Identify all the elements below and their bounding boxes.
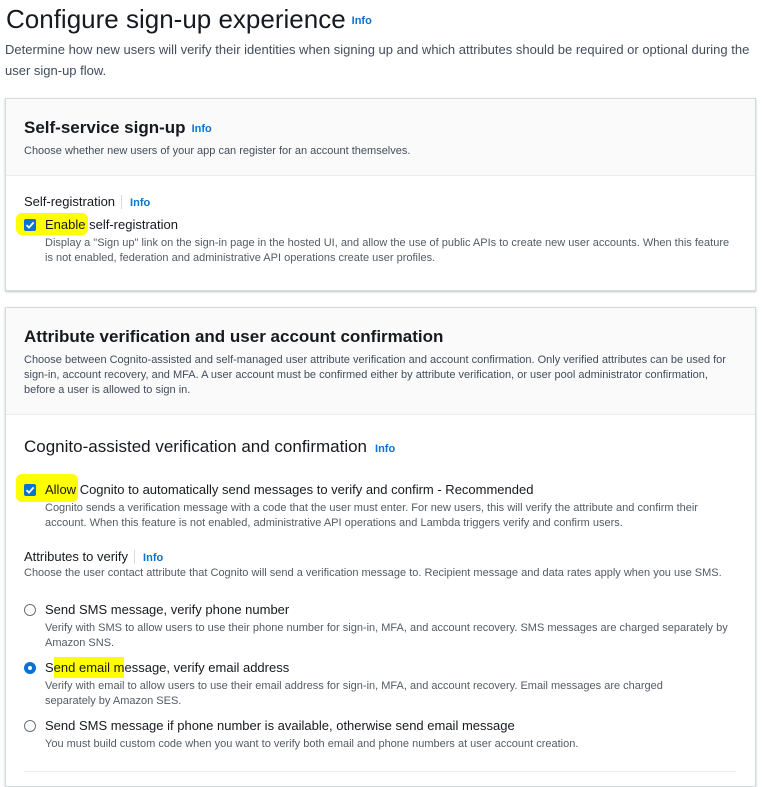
self-service-title: Self-service sign-up Info [24,118,737,138]
self-service-description: Choose whether new users of your app can… [24,145,411,157]
radio-email-label[interactable]: Send email message, verify email address [45,657,290,678]
page-title-info-link[interactable]: Info [352,15,372,27]
cognito-assisted-heading-text: Cognito-assisted verification and confir… [24,437,368,456]
radio-email-description: Verify with email to allow users to use … [45,680,663,707]
enable-self-registration-description: Display a "Sign up" link on the sign-in … [45,237,730,264]
enable-self-registration-label[interactable]: Enable self-registration [45,217,178,232]
section-divider [24,771,736,772]
self-registration-label-text: Self-registration [24,194,116,209]
radio-sms-or-email-label[interactable]: Send SMS message if phone number is avai… [45,718,515,733]
allow-cognito-checkbox[interactable] [24,484,36,496]
attributes-to-verify-text: Attributes to verify [24,549,129,564]
radio-sms-phone-label[interactable]: Send SMS message, verify phone number [45,602,289,617]
attributes-to-verify-info-link[interactable]: Info [143,552,163,564]
cognito-assisted-info-link[interactable]: Info [375,443,395,455]
allow-word: Allow [45,482,77,497]
radio-sms-phone-description: Verify with SMS to allow users to use th… [45,622,728,649]
self-registration-text: self-registration [85,217,178,232]
allow-cognito-description: Cognito sends a verification message wit… [45,502,698,529]
self-registration-info-link[interactable]: Info [130,197,150,209]
self-service-title-text: Self-service sign-up [24,118,186,137]
page-description: Determine how new users will verify thei… [5,42,750,78]
attributes-to-verify-description: Choose the user contact attribute that C… [24,567,722,579]
checkmark-icon [25,486,35,494]
attribute-verification-panel: Attribute verification and user account … [5,307,756,787]
attribute-verification-title: Attribute verification and user account … [24,327,444,346]
self-service-panel: Self-service sign-up Info Choose whether … [5,98,756,291]
attributes-to-verify-label: Attributes to verify Info [24,548,163,566]
label-divider [134,549,136,564]
label-divider [121,194,123,209]
self-service-panel-header: Self-service sign-up Info Choose whether … [6,99,755,176]
radio-sms-or-email[interactable] [24,720,36,732]
radio-sms-phone[interactable] [24,604,36,616]
radio-email-label-highlight: end email m [53,657,125,678]
checkmark-icon [25,221,35,229]
page-title: Configure sign-up experience Info [6,4,372,35]
radio-email[interactable] [24,662,36,674]
cognito-assisted-heading: Cognito-assisted verification and confir… [24,437,395,457]
radio-sms-or-email-description: You must build custom code when you want… [45,738,579,750]
radio-email-label-start: S [45,660,54,675]
enable-self-registration-checkbox[interactable] [24,219,36,231]
allow-cognito-text: Cognito to automatically send messages t… [76,482,534,497]
page-title-text: Configure sign-up experience [6,4,346,34]
self-registration-label: Self-registration Info [24,193,150,211]
radio-email-label-end: essage, verify email address [124,660,290,675]
self-service-info-link[interactable]: Info [192,123,212,135]
allow-cognito-label[interactable]: Allow Cognito to automatically send mess… [45,482,533,497]
attribute-verification-description: Choose between Cognito-assisted and self… [24,354,726,396]
enable-word: Enable [45,217,86,232]
attribute-verification-panel-header: Attribute verification and user account … [6,308,755,415]
